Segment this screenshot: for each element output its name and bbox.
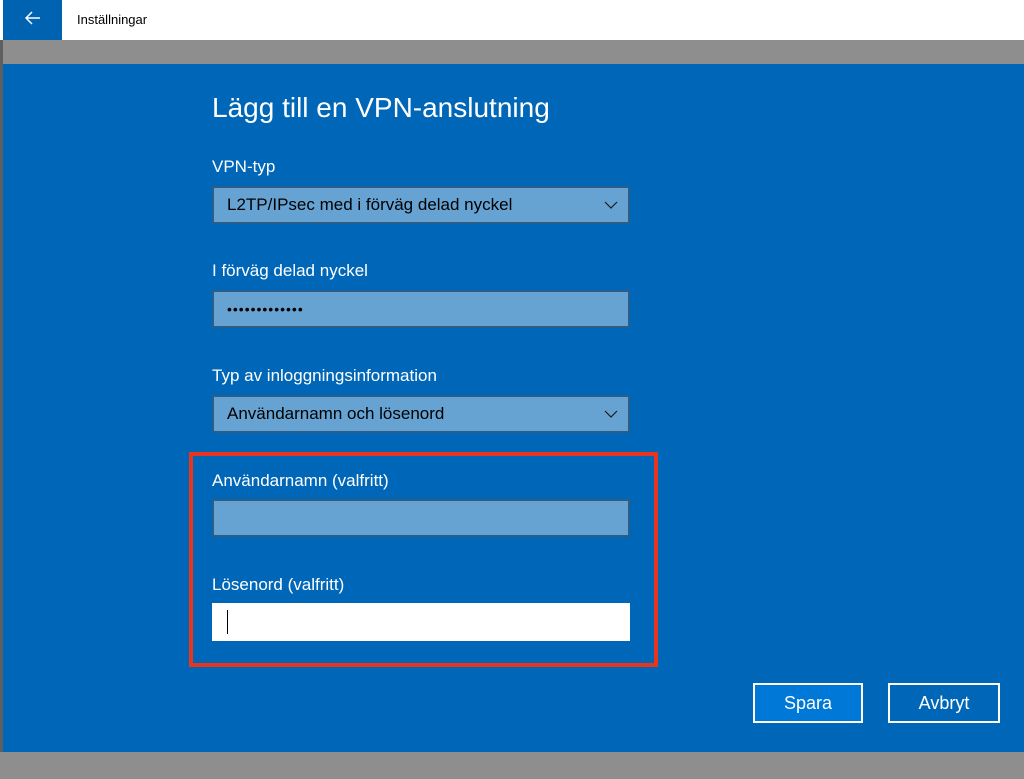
preshared-key-value: ••••••••••••• (227, 301, 304, 317)
window-title: Inställningar (77, 12, 148, 27)
signin-type-value: Användarnamn och lösenord (227, 404, 445, 423)
vpn-type-dropdown[interactable]: L2TP/IPsec med i förväg delad nyckel (212, 186, 630, 224)
vpn-type-label: VPN-typ (212, 157, 276, 176)
preshared-key-field[interactable]: ••••••••••••• (212, 290, 630, 328)
highlight-box (189, 452, 658, 667)
page-title: Lägg till en VPN-anslutning (212, 92, 550, 123)
title-bar: Inställningar (0, 0, 1024, 40)
signin-type-dropdown[interactable]: Användarnamn och lösenord (212, 395, 630, 433)
bottom-separator (0, 752, 1024, 779)
chevron-down-icon (594, 188, 628, 222)
back-arrow-icon (24, 10, 41, 30)
back-button[interactable] (3, 0, 62, 40)
chevron-down-icon (594, 397, 628, 431)
top-separator (3, 40, 1024, 64)
cancel-button[interactable]: Avbryt (888, 683, 1000, 723)
signin-type-label: Typ av inloggningsinformation (212, 366, 437, 385)
preshared-key-label: I förväg delad nyckel (212, 261, 368, 280)
vpn-type-value: L2TP/IPsec med i förväg delad nyckel (227, 195, 513, 214)
save-button[interactable]: Spara (753, 683, 863, 723)
